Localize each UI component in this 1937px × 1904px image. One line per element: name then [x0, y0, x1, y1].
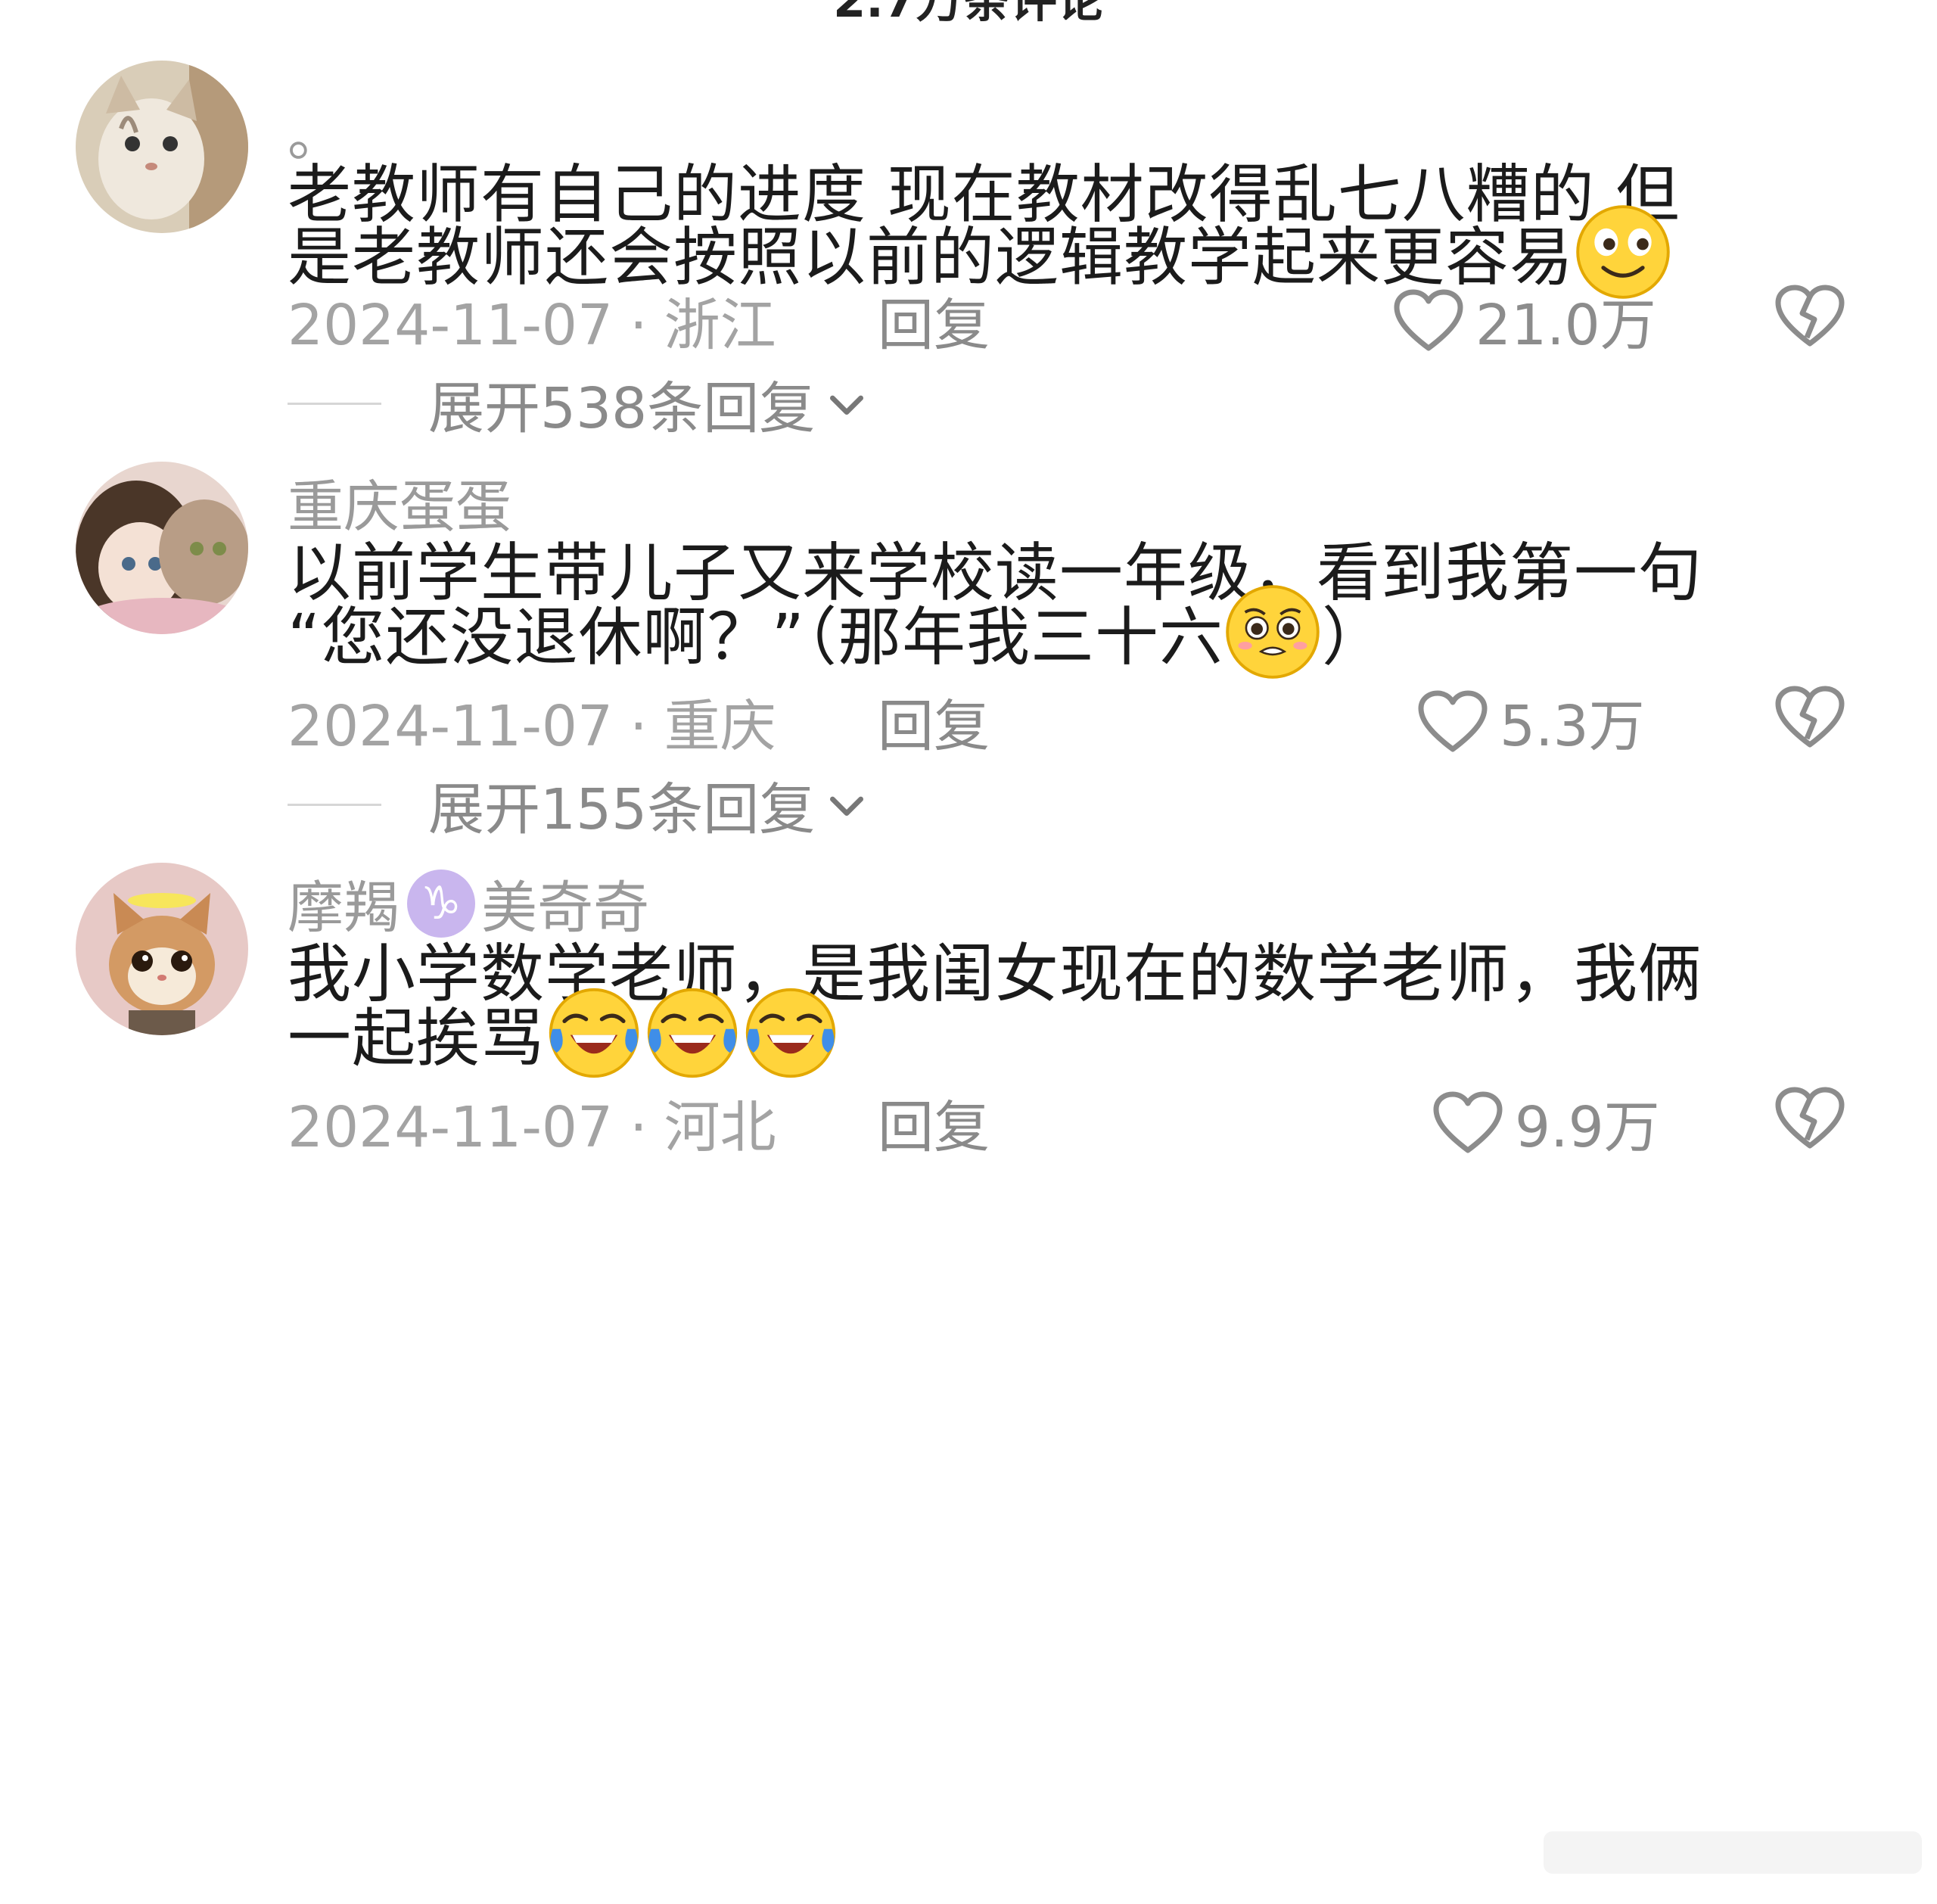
pleading-emoji-icon — [1223, 583, 1322, 681]
dislike-button[interactable] — [1774, 1082, 1846, 1155]
reply-button[interactable]: 回复 — [878, 1082, 990, 1163]
comment-text: “您还没退休啊？”（那年我三十六 — [288, 599, 1224, 674]
like-button[interactable]: 21.0万 — [1392, 280, 1656, 361]
laughing-crying-emoji-icon — [742, 984, 840, 1082]
avatar[interactable] — [76, 863, 248, 1035]
comment-meta: 2024-11-07 · 重庆 — [288, 694, 776, 759]
chevron-down-icon — [830, 395, 864, 415]
divider-line — [288, 403, 381, 405]
expand-replies-label: 展开155条回复 — [428, 777, 816, 842]
broken-heart-icon — [1775, 285, 1845, 347]
expand-replies-button[interactable]: 展开538条回复 — [288, 363, 871, 444]
like-count: 5.3万 — [1500, 694, 1645, 759]
avatar[interactable] — [76, 61, 248, 233]
watermark — [1544, 1831, 1922, 1874]
heart-outline-icon — [1418, 690, 1488, 751]
comment-count-title: 2.7万条评论 — [833, 0, 1104, 28]
comment-location: 河北 — [664, 1095, 776, 1160]
comment-text: 一起挨骂 — [288, 1000, 546, 1075]
comment-meta: 2024-11-07 · 河北 — [288, 1095, 776, 1160]
chevron-down-icon — [830, 796, 864, 816]
girl-and-cat-avatar-image — [76, 462, 248, 634]
kitten-avatar-image — [76, 863, 248, 1035]
comment-location: 浙江 — [664, 293, 776, 358]
cat-avatar-image — [76, 61, 248, 233]
heart-outline-icon — [1394, 289, 1463, 350]
comment-location: 重庆 — [664, 694, 776, 759]
avatar[interactable] — [76, 462, 248, 634]
divider-line — [288, 804, 381, 806]
laughing-crying-emoji-icon — [643, 984, 742, 1082]
comment-date: 2024-11-07 — [288, 694, 614, 759]
broken-heart-icon — [1775, 686, 1845, 748]
dislike-button[interactable] — [1774, 681, 1846, 754]
comment-text-line: 一起挨骂 — [288, 984, 840, 1082]
comments-panel: 2.7万条评论 。 老教师有自己的进度 现在教材改得乱七八糟的 但 是老教师还会… — [0, 0, 1937, 1904]
like-count: 9.9万 — [1515, 1095, 1660, 1160]
expand-replies-label: 展开538条回复 — [428, 376, 816, 441]
like-button[interactable]: 5.3万 — [1416, 681, 1645, 762]
like-count: 21.0万 — [1475, 293, 1656, 358]
expand-replies-button[interactable]: 展开155条回复 — [288, 764, 871, 845]
comment-text-line: “您还没退休啊？”（那年我三十六 ） — [288, 583, 1386, 681]
laughing-crying-emoji-icon — [545, 984, 643, 1082]
like-button[interactable]: 9.9万 — [1432, 1082, 1660, 1163]
reply-button[interactable]: 回复 — [878, 280, 990, 361]
broken-heart-icon — [1775, 1087, 1845, 1149]
dislike-button[interactable] — [1774, 280, 1846, 353]
comment-date: 2024-11-07 — [288, 293, 614, 358]
comment-text: ） — [1322, 599, 1387, 674]
heart-outline-icon — [1433, 1091, 1503, 1153]
reply-button[interactable]: 回复 — [878, 681, 990, 762]
comment-meta: 2024-11-07 · 浙江 — [288, 293, 776, 358]
comment-date: 2024-11-07 — [288, 1095, 614, 1160]
